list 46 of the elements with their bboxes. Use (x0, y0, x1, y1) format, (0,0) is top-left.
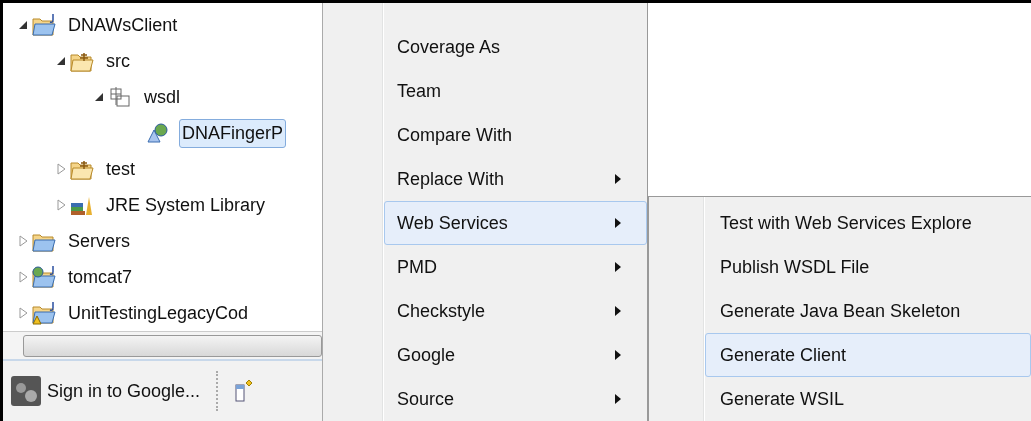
submenu-arrow-icon (614, 305, 622, 317)
menu-item[interactable]: Web Services (384, 201, 647, 245)
menu-item[interactable]: Generate Java Bean Skeleton (705, 289, 1031, 333)
tree-item[interactable]: test (103, 154, 138, 184)
menu-item[interactable]: Replace With (384, 157, 647, 201)
collapsed-arrow-icon[interactable] (17, 235, 29, 247)
submenu-arrow-icon (614, 261, 622, 273)
project-folder-icon (31, 13, 57, 37)
horizontal-scrollbar[interactable] (3, 331, 322, 359)
tree-item[interactable]: wsdl (141, 82, 183, 112)
scrollbar-thumb[interactable] (23, 334, 322, 357)
sign-in-link[interactable]: Sign in to Google... (47, 377, 201, 405)
globe-folder-icon (31, 265, 57, 289)
expanded-arrow-icon[interactable] (55, 55, 67, 67)
tree-item[interactable]: UnitTestingLegacyCod (65, 298, 252, 328)
menu-item[interactable]: Compare With (384, 113, 647, 157)
expanded-arrow-icon[interactable] (17, 19, 29, 31)
menu-item[interactable]: Test with Web Services Explore (705, 201, 1031, 245)
warning-folder-icon (31, 301, 57, 325)
menu-item[interactable]: Team (384, 69, 647, 113)
tree-item[interactable]: JRE System Library (103, 190, 269, 220)
menu-item[interactable]: Source (384, 377, 647, 421)
tree-item[interactable]: tomcat7 (65, 262, 136, 292)
tree-item[interactable]: src (103, 46, 133, 76)
collapsed-arrow-icon[interactable] (55, 163, 67, 175)
menu-item[interactable]: Google (384, 333, 647, 377)
menu-item[interactable]: Coverage As (384, 25, 647, 69)
package-icon (107, 85, 133, 109)
collapsed-arrow-icon[interactable] (55, 199, 67, 211)
tree-item[interactable]: DNAFingerP (179, 118, 287, 148)
menu-item[interactable]: Generate WSIL (705, 377, 1031, 421)
collapsed-arrow-icon[interactable] (17, 271, 29, 283)
globe-file-icon (145, 121, 171, 145)
tree-item[interactable]: DNAWsClient (65, 10, 181, 40)
new-view-icon[interactable] (234, 379, 255, 403)
expanded-arrow-icon[interactable] (93, 91, 105, 103)
submenu-arrow-icon (614, 217, 622, 229)
menu-item[interactable]: Checkstyle (384, 289, 647, 333)
submenu-arrow-icon (614, 393, 622, 405)
submenu-arrow-icon (614, 349, 622, 361)
collapsed-arrow-icon[interactable] (17, 307, 29, 319)
menu-item[interactable]: PMD (384, 245, 647, 289)
menu-item[interactable]: Generate Client (705, 333, 1031, 377)
tree-item[interactable]: Servers (65, 226, 133, 256)
submenu-arrow-icon (614, 173, 622, 185)
menu-item[interactable]: Publish WSDL File (705, 245, 1031, 289)
